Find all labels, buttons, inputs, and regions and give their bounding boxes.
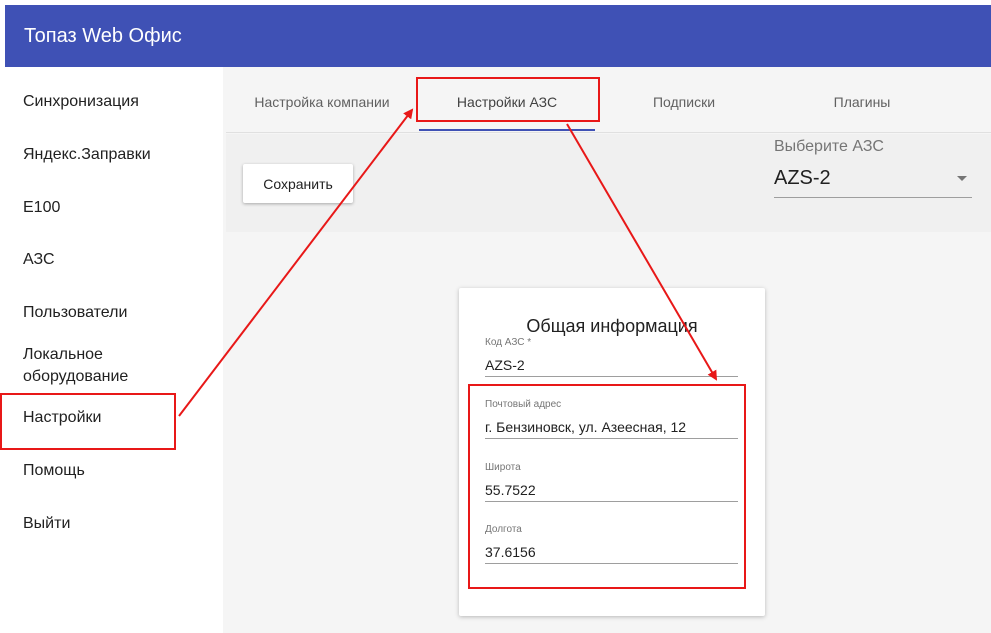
station-select[interactable]: AZS-2 [774,164,972,198]
sidebar-item-settings[interactable]: Настройки [23,407,101,429]
general-info-card: Общая информация Код АЗС * Почтовый адре… [459,288,765,616]
sidebar-item-help[interactable]: Помощь [23,460,85,482]
sidebar-item-logout[interactable]: Выйти [23,513,70,535]
longitude-input[interactable] [485,540,738,564]
sidebar: Синхронизация Яндекс.Заправки E100 АЗС П… [5,67,223,633]
tab-plugins[interactable]: Плагины [812,67,912,133]
tab-company-settings[interactable]: Настройка компании [242,67,402,133]
sidebar-item-stations[interactable]: АЗС [23,249,55,271]
latitude-input[interactable] [485,478,738,502]
tab-bar: Настройка компании Настройки АЗС Подписк… [226,67,991,133]
tab-subscriptions[interactable]: Подписки [634,67,734,133]
sidebar-item-local-equipment[interactable]: Локальное оборудование [23,344,143,388]
card-title: Общая информация [526,316,698,336]
field-latitude-label: Широта [485,462,521,473]
sidebar-item-e100[interactable]: E100 [23,197,60,219]
sidebar-item-sync[interactable]: Синхронизация [23,91,139,113]
app-header: Топаз Web Офис [5,5,991,67]
station-select-value: AZS-2 [774,167,831,189]
save-button[interactable]: Сохранить [243,164,353,203]
field-longitude-label: Долгота [485,524,522,535]
sidebar-item-yandex-refuel[interactable]: Яндекс.Заправки [23,144,151,166]
active-tab-indicator [419,129,595,131]
tab-station-settings[interactable]: Настройки АЗС [419,67,595,133]
sidebar-item-users[interactable]: Пользователи [23,302,127,324]
toolbar: Сохранить Выберите АЗС AZS-2 [226,134,991,232]
field-postal-address-label: Почтовый адрес [485,399,562,410]
app-title: Топаз Web Офис [24,25,182,47]
main-content: Настройка компании Настройки АЗС Подписк… [226,67,991,633]
postal-address-input[interactable] [485,415,738,439]
caret-down-icon [957,176,967,181]
app-window: Топаз Web Офис Синхронизация Яндекс.Запр… [5,5,991,633]
station-select-label: Выберите АЗС [774,138,884,155]
field-station-code-label: Код АЗС * [485,337,532,348]
station-code-input[interactable] [485,353,738,377]
